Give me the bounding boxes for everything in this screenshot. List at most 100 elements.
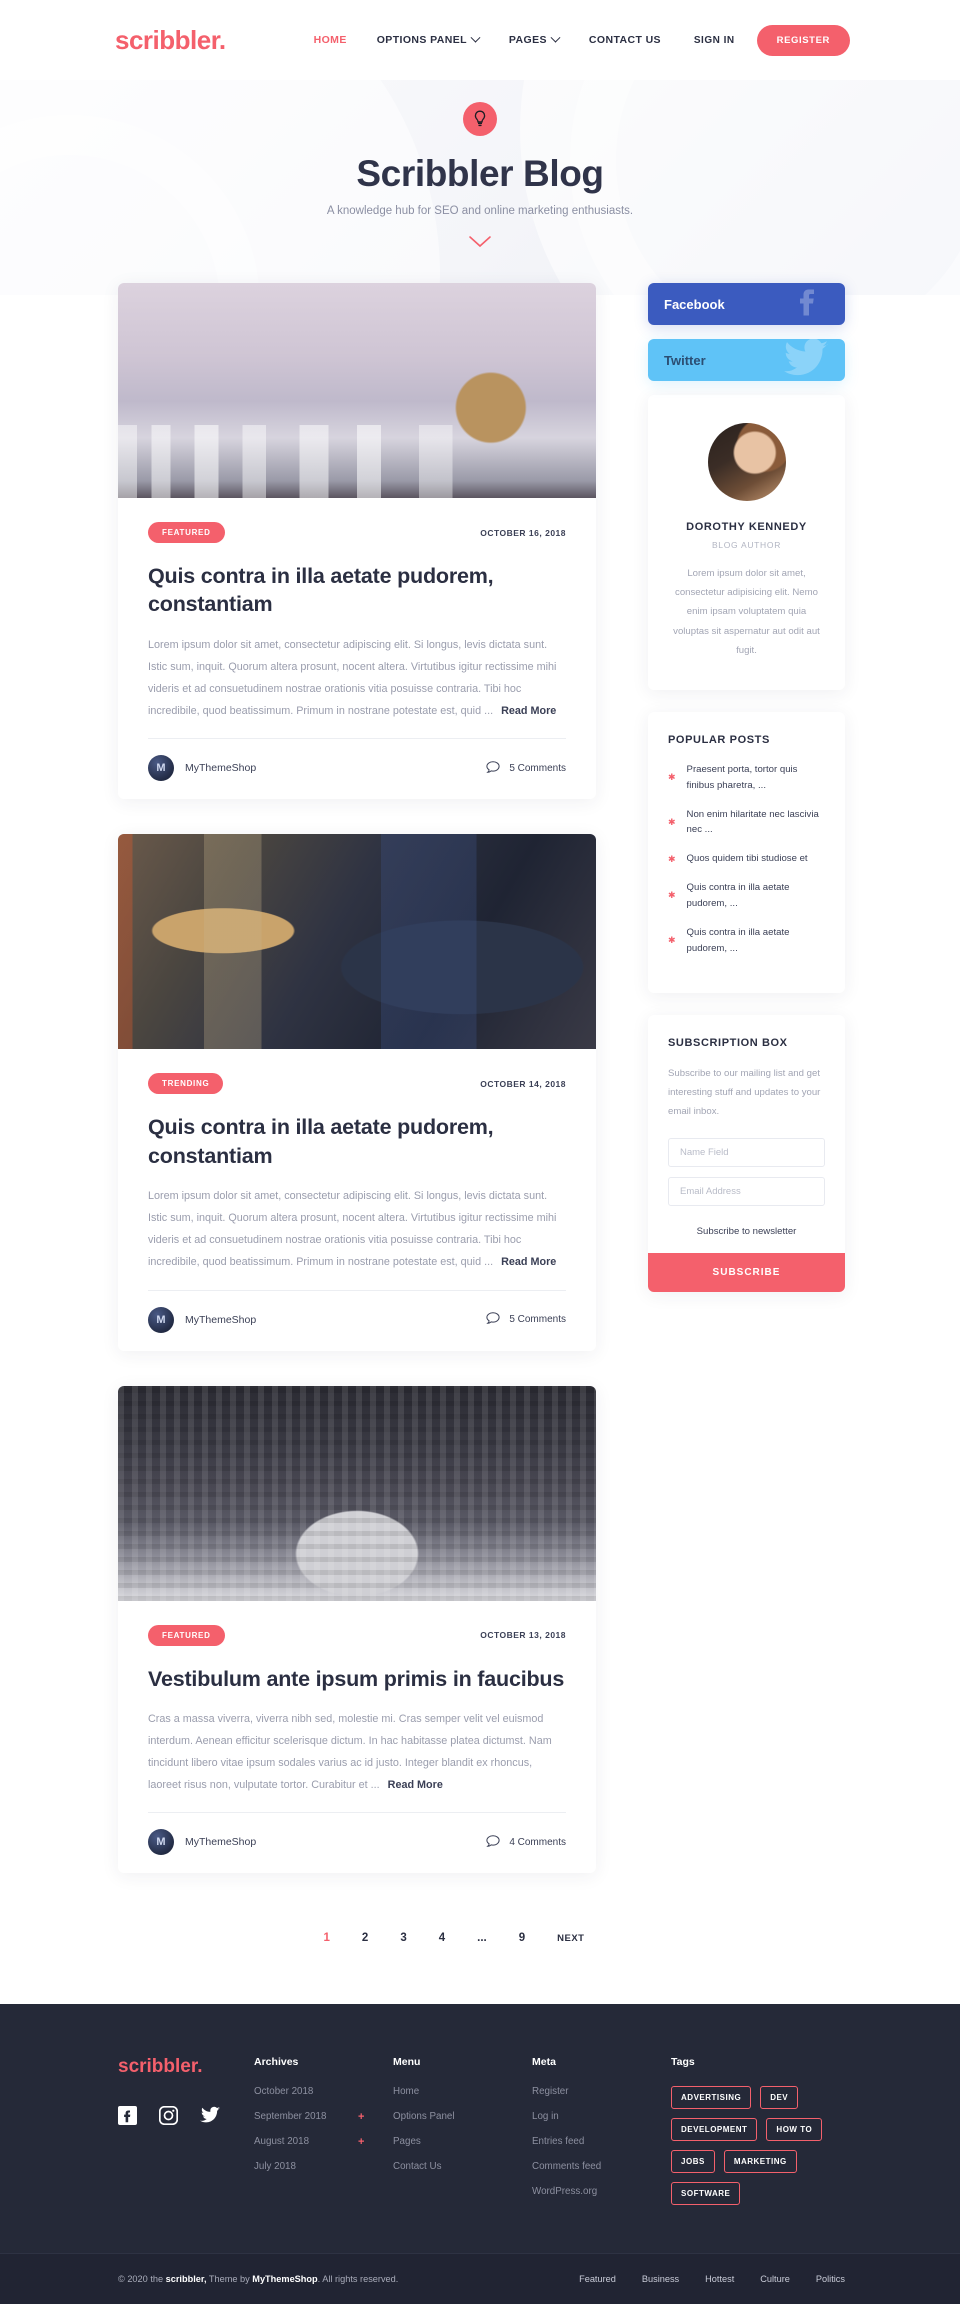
tag-chip[interactable]: MARKETING (723, 2150, 797, 2174)
tag-chip[interactable]: JOBS (671, 2150, 715, 2174)
post-list: FEATURED OCTOBER 16, 2018 Quis contra in i… (118, 283, 596, 1908)
register-button[interactable]: REGISTER (756, 24, 850, 56)
footer-bottom-link[interactable]: Hottest (705, 2274, 734, 2284)
footer-link[interactable]: July 2018 (254, 2161, 393, 2172)
post-image-street-painter[interactable] (118, 834, 596, 1050)
post-author[interactable]: M MyThemeShop (148, 755, 256, 782)
footer-bottom-link[interactable]: Business (642, 2274, 679, 2284)
status-badge[interactable]: TRENDING (148, 1073, 224, 1095)
read-more-link[interactable]: Read More (501, 705, 556, 717)
nav-item-pages[interactable]: PAGES (509, 32, 561, 46)
nav-item-options-panel[interactable]: OPTIONS PANEL (376, 32, 481, 46)
footer-bottom-link[interactable]: Culture (760, 2274, 790, 2284)
status-badge[interactable]: FEATURED (148, 1624, 225, 1646)
star-icon: ✱ (668, 772, 676, 783)
copyright-brand: scribbler, (165, 2274, 207, 2285)
avatar: M (148, 1829, 174, 1856)
footer-logo[interactable]: scribbler. (118, 2056, 254, 2078)
post-title[interactable]: Quis contra in illa aetate pudorem, cons… (148, 1113, 566, 1170)
footer-link[interactable]: Contact Us (393, 2161, 532, 2172)
list-item[interactable]: ✱ Quis contra in illa aetate pudorem, ... (668, 880, 825, 912)
post-author[interactable]: M MyThemeShop (148, 1306, 257, 1333)
read-more-link[interactable]: Read More (501, 1256, 556, 1268)
footer-bottom-link[interactable]: Politics (816, 2274, 845, 2284)
popular-post-title: Quis contra in illa aetate pudorem, ... (686, 882, 790, 909)
post-footer: M MyThemeShop 4 Comments (148, 1812, 566, 1873)
tag-chip[interactable]: DEV (760, 2086, 799, 2110)
post-image-woman-city-skyline[interactable] (118, 283, 596, 498)
post-title[interactable]: Vestibulum ante ipsum primis in faucibus (148, 1665, 566, 1693)
facebook-widget[interactable]: Facebook (648, 283, 845, 325)
nav-item-home[interactable]: HOME (314, 34, 347, 46)
star-icon: ✱ (668, 816, 676, 827)
pagination-page-1[interactable]: 1 (315, 1926, 339, 1950)
footer-bottom-link[interactable]: Featured (579, 2274, 616, 2284)
status-badge[interactable]: FEATURED (148, 522, 225, 543)
tag-chip[interactable]: DEVELOPMENT (671, 2118, 758, 2142)
comments-link[interactable]: 4 Comments (486, 1835, 566, 1850)
footer-column-head: Archives (254, 2056, 299, 2069)
pagination-next[interactable]: NEXT (548, 1927, 593, 1950)
footer-column-head: Menu (393, 2056, 421, 2069)
post-image-crowd-dance[interactable] (118, 1385, 596, 1601)
page-title: Scribbler Blog (356, 153, 604, 194)
tag-chip[interactable]: SOFTWARE (671, 2182, 741, 2206)
tag-chip[interactable]: HOW TO (766, 2118, 823, 2142)
footer-column-head: Meta (532, 2056, 556, 2069)
post-card: FEATURED OCTOBER 13, 2018 Vestibulum ante … (118, 1385, 596, 1874)
comments-link[interactable]: 5 Comments (486, 1312, 566, 1327)
footer-link[interactable]: WordPress.org (532, 2186, 671, 2197)
pagination-page-2[interactable]: 2 (353, 1926, 377, 1950)
subscribe-newsletter-note[interactable]: Subscribe to newsletter (668, 1226, 825, 1237)
list-item[interactable]: ✱ Non enim hilaritate nec lascivia nec ..… (668, 807, 825, 839)
plus-icon[interactable]: + (358, 2136, 364, 2148)
facebook-icon[interactable] (118, 2106, 137, 2130)
post-footer: M MyThemeShop 5 Comments (148, 1289, 566, 1351)
name-field[interactable] (668, 1137, 825, 1167)
tag-chip[interactable]: ADVERTISING (671, 2086, 752, 2110)
email-field[interactable] (668, 1176, 825, 1206)
pagination-page-4[interactable]: 4 (430, 1926, 454, 1950)
site-logo[interactable]: scribbler. (115, 25, 226, 56)
comments-link[interactable]: 5 Comments (486, 761, 566, 776)
list-item[interactable]: ✱ Quis contra in illa aetate pudorem, ... (668, 925, 825, 957)
author-bio: Lorem ipsum dolor sit amet, consectetur … (673, 568, 820, 656)
chevron-down-icon[interactable] (468, 235, 492, 253)
instagram-icon[interactable] (158, 2106, 179, 2130)
page-subtitle: A knowledge hub for SEO and online marke… (326, 204, 634, 217)
post-title[interactable]: Quis contra in illa aetate pudorem, cons… (148, 562, 566, 619)
pagination-page-9[interactable]: 9 (510, 1926, 534, 1950)
twitter-icon[interactable] (200, 2106, 221, 2130)
footer-link[interactable]: + Pages (358, 2136, 532, 2148)
avatar: M (148, 1306, 174, 1333)
excerpt-text: Cras a massa viverra, viverra nibh sed, … (148, 1712, 552, 1792)
footer-link[interactable]: Log in (532, 2111, 671, 2122)
subscribe-button[interactable]: SUBSCRIBE (648, 1252, 845, 1292)
pagination-page-3[interactable]: 3 (391, 1926, 415, 1950)
read-more-link[interactable]: Read More (388, 1779, 443, 1791)
footer-link[interactable]: Entries feed (532, 2136, 671, 2147)
nav-item-label: OPTIONS PANEL (376, 34, 467, 46)
author-name: MyThemeShop (185, 1313, 257, 1326)
list-item[interactable]: ✱ Praesent porta, tortor quis finibus pha… (668, 762, 825, 794)
footer-link[interactable]: Comments feed (532, 2161, 671, 2172)
twitter-widget[interactable]: Twitter (648, 339, 845, 381)
list-item[interactable]: ✱ Quos quidem tibi studiose et (668, 851, 825, 867)
footer-link[interactable]: August 2018 (254, 2136, 393, 2147)
comment-icon (486, 761, 500, 776)
footer-link[interactable]: Home (393, 2086, 532, 2097)
chevron-down-icon (470, 32, 481, 43)
author-role: BLOG AUTHOR (711, 540, 782, 550)
footer-link[interactable]: October 2018 (254, 2086, 393, 2097)
footer-column-archives: Archives October 2018 September 2018 August… (254, 2056, 393, 2211)
footer-link[interactable]: September 2018 (254, 2111, 393, 2122)
footer-link[interactable]: Register (532, 2086, 671, 2097)
footer-link[interactable]: + Options Panel (358, 2111, 532, 2123)
post-author[interactable]: M MyThemeShop (148, 1829, 256, 1856)
popular-post-title: Quis contra in illa aetate pudorem, ... (686, 926, 790, 954)
nav-item-contact-us[interactable]: CONTACT US (589, 34, 661, 46)
plus-icon[interactable]: + (358, 2111, 364, 2123)
pagination-page-...[interactable]: ... (468, 1926, 496, 1950)
sign-in-link[interactable]: SIGN IN (694, 35, 735, 46)
twitter-label: Twitter (664, 352, 706, 368)
